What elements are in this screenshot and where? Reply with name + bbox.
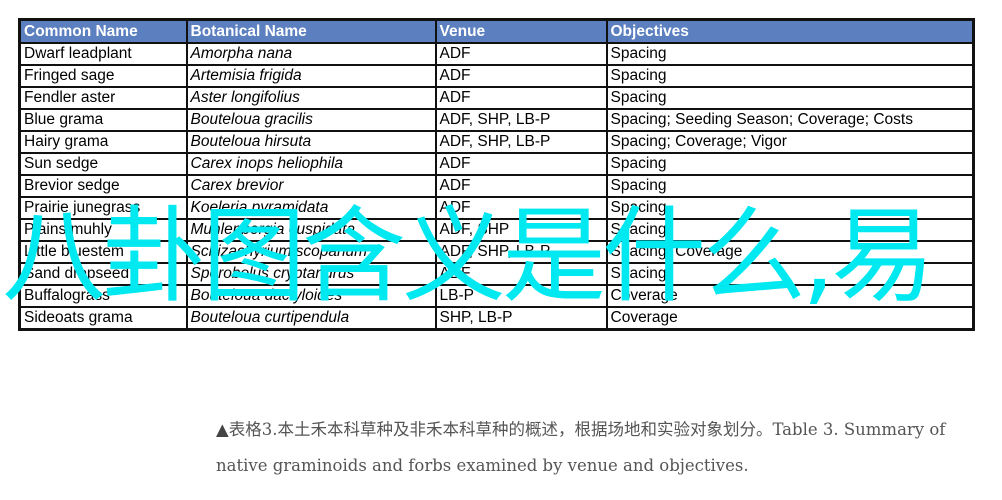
- table-row: Brevior sedge Carex brevior ADF Spacing: [18, 174, 975, 198]
- header-venue: Venue: [434, 18, 608, 44]
- cell-objectives: Spacing; Seeding Season; Coverage; Costs: [605, 108, 975, 132]
- cell-venue: ADF, SHP, LB-P: [434, 240, 608, 264]
- cell-venue: ADF: [434, 64, 608, 88]
- cell-common-name: Dwarf leadplant: [18, 42, 188, 66]
- cell-common-name: Buffalograss: [18, 284, 188, 308]
- cell-venue: LB-P: [434, 284, 608, 308]
- table-row: Sun sedge Carex inops heliophila ADF Spacin…: [18, 152, 975, 176]
- cell-common-name: Hairy grama: [18, 130, 188, 154]
- table-row: Plains muhly Muhlenbergia cuspidata ADF, S…: [18, 218, 975, 242]
- triangle-icon: ▲: [216, 420, 229, 439]
- caption-text: 表格3.本土禾本科草种及非禾本科草种的概述，根据场地和实验对象划分。Table …: [216, 420, 946, 475]
- cell-botanical-name: Koeleria pyramidata: [185, 196, 437, 220]
- cell-botanical-name: Bouteloua dactyloides: [185, 284, 437, 308]
- cell-botanical-name: Schizachyrium scoparium: [185, 240, 437, 264]
- cell-common-name: Little bluestem: [18, 240, 188, 264]
- cell-common-name: Fendler aster: [18, 86, 188, 110]
- cell-venue: SHP, LB-P: [434, 306, 608, 331]
- cell-objectives: Spacing: [605, 86, 975, 110]
- cell-venue: ADF, SHP, LB-P: [434, 108, 608, 132]
- cell-common-name: Blue grama: [18, 108, 188, 132]
- cell-botanical-name: Amorpha nana: [185, 42, 437, 66]
- cell-botanical-name: Bouteloua curtipendula: [185, 306, 437, 331]
- cell-venue: ADF: [434, 86, 608, 110]
- cell-botanical-name: Muhlenbergia cuspidata: [185, 218, 437, 242]
- table-row: Blue grama Bouteloua gracilis ADF, SHP, LB…: [18, 108, 975, 132]
- table-row: Sand dropseed Sporobolus cryptandrus ADF Sp…: [18, 262, 975, 286]
- cell-objectives: Spacing: [605, 152, 975, 176]
- cell-botanical-name: Bouteloua hirsuta: [185, 130, 437, 154]
- cell-common-name: Plains muhly: [18, 218, 188, 242]
- cell-common-name: Brevior sedge: [18, 174, 188, 198]
- cell-objectives: Spacing: [605, 218, 975, 242]
- cell-venue: ADF: [434, 262, 608, 286]
- table-row: Sideoats grama Bouteloua curtipendula SHP,…: [18, 306, 975, 331]
- cell-objectives: Spacing; Coverage: [605, 240, 975, 264]
- table-row: Prairie junegrass Koeleria pyramidata ADF S…: [18, 196, 975, 220]
- table-row: Dwarf leadplant Amorpha nana ADF Spacing: [18, 42, 975, 66]
- cell-botanical-name: Bouteloua gracilis: [185, 108, 437, 132]
- cell-venue: ADF, SHP, LB-P: [434, 130, 608, 154]
- species-table-container: Common Name Botanical Name Venue Objecti…: [18, 18, 975, 331]
- cell-botanical-name: Artemisia frigida: [185, 64, 437, 88]
- cell-objectives: Spacing; Coverage; Vigor: [605, 130, 975, 154]
- cell-objectives: Spacing: [605, 42, 975, 66]
- cell-common-name: Prairie junegrass: [18, 196, 188, 220]
- cell-common-name: Fringed sage: [18, 64, 188, 88]
- table-header-row: Common Name Botanical Name Venue Objecti…: [18, 18, 975, 44]
- cell-objectives: Spacing: [605, 174, 975, 198]
- cell-botanical-name: Sporobolus cryptandrus: [185, 262, 437, 286]
- species-table: Common Name Botanical Name Venue Objecti…: [18, 18, 975, 331]
- table-row: Buffalograss Bouteloua dactyloides LB-P Cov…: [18, 284, 975, 308]
- cell-venue: ADF: [434, 42, 608, 66]
- table-caption: ▲表格3.本土禾本科草种及非禾本科草种的概述，根据场地和实验对象划分。Table…: [216, 412, 986, 484]
- cell-objectives: Coverage: [605, 306, 975, 331]
- cell-objectives: Spacing: [605, 196, 975, 220]
- cell-venue: ADF, SHP: [434, 218, 608, 242]
- cell-objectives: Coverage: [605, 284, 975, 308]
- table-row: Little bluestem Schizachyrium scoparium AD…: [18, 240, 975, 264]
- cell-common-name: Sun sedge: [18, 152, 188, 176]
- cell-botanical-name: Carex brevior: [185, 174, 437, 198]
- cell-objectives: Spacing: [605, 262, 975, 286]
- cell-botanical-name: Carex inops heliophila: [185, 152, 437, 176]
- cell-venue: ADF: [434, 174, 608, 198]
- table-row: Fringed sage Artemisia frigida ADF Spacing: [18, 64, 975, 88]
- header-common-name: Common Name: [18, 18, 188, 44]
- header-botanical-name: Botanical Name: [185, 18, 437, 44]
- table-row: Fendler aster Aster longifolius ADF Spacing: [18, 86, 975, 110]
- cell-common-name: Sand dropseed: [18, 262, 188, 286]
- header-objectives: Objectives: [605, 18, 975, 44]
- table-row: Hairy grama Bouteloua hirsuta ADF, SHP, LB…: [18, 130, 975, 154]
- cell-common-name: Sideoats grama: [18, 306, 188, 331]
- cell-botanical-name: Aster longifolius: [185, 86, 437, 110]
- cell-venue: ADF: [434, 152, 608, 176]
- cell-objectives: Spacing: [605, 64, 975, 88]
- cell-venue: ADF: [434, 196, 608, 220]
